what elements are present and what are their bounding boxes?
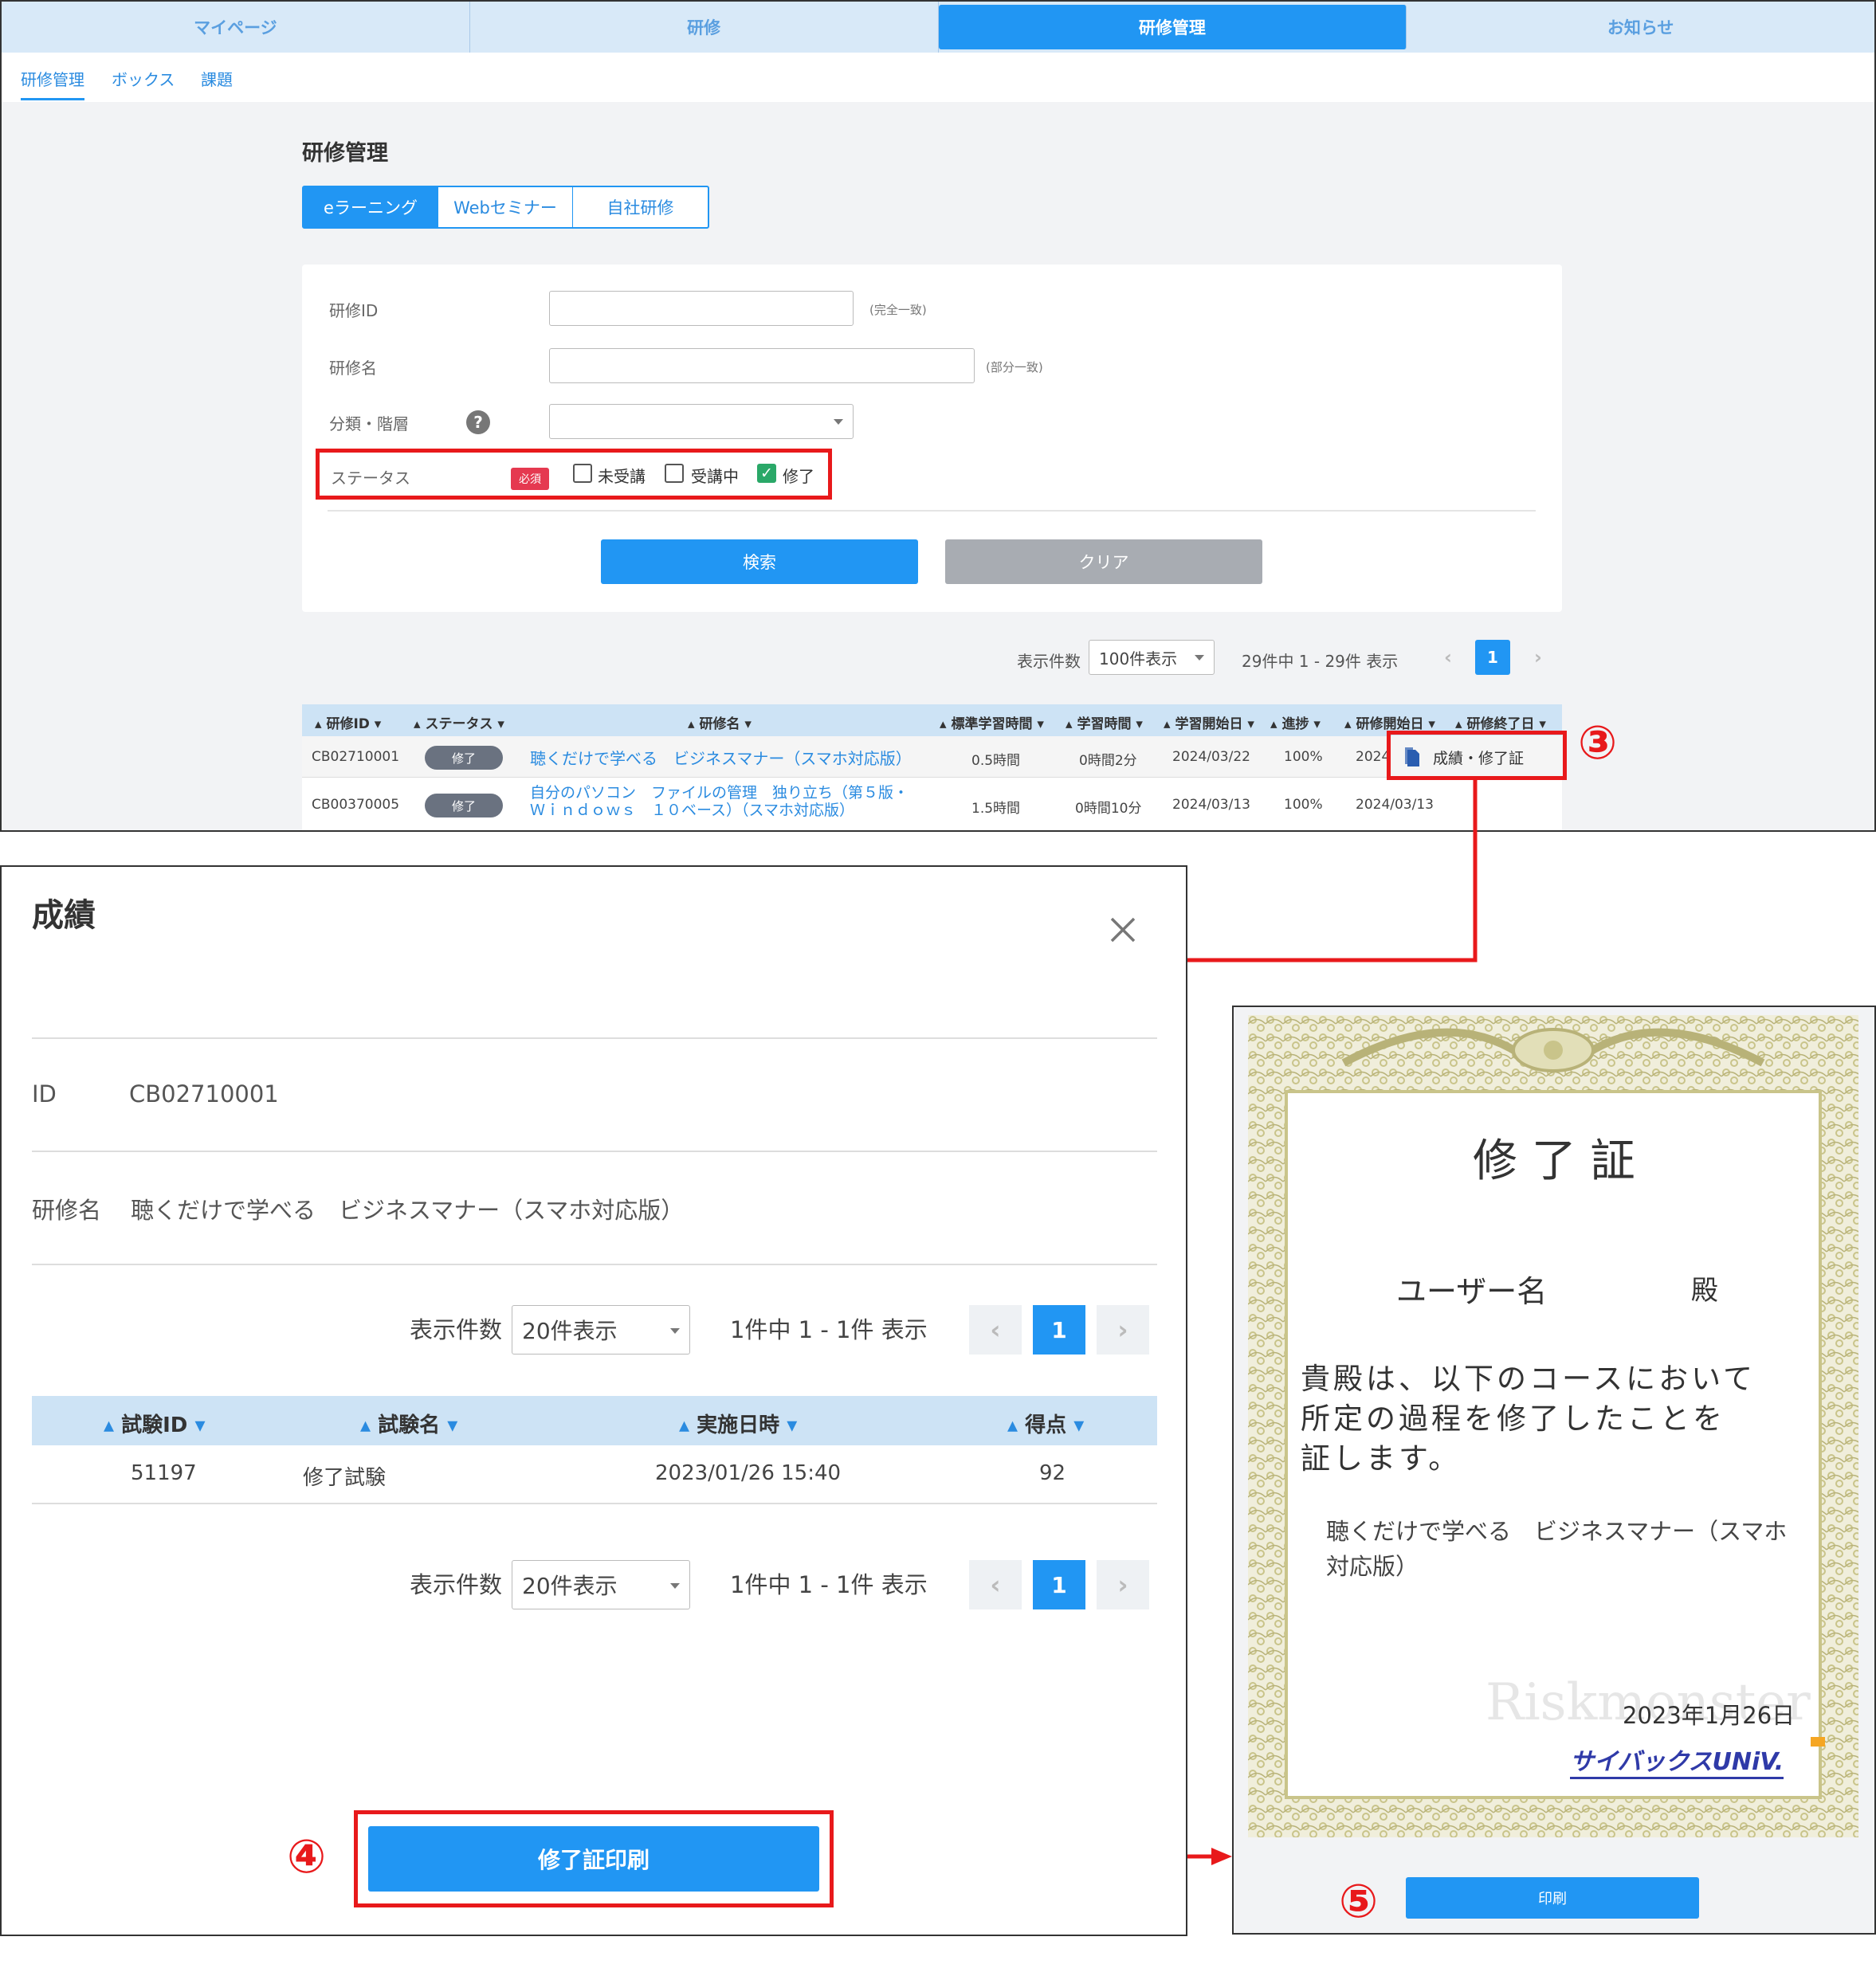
divider <box>32 1264 1157 1265</box>
modal-name-value: 聴くだけで学べる ビジネスマナー（スマホ対応版） <box>131 1197 685 1224</box>
modal-per-page-label: 表示件数 <box>410 1316 503 1343</box>
certificate-body: 貴殿は、以下のコースにおいて 所定の過程を修了したことを 証します。 <box>1301 1359 1756 1479</box>
modal-name-label: 研修名 <box>32 1197 102 1224</box>
modal-result-summary-bottom: 1件中 1 - 1件 表示 <box>730 1571 928 1598</box>
divider <box>32 1151 1157 1152</box>
modal-id-label: ID <box>32 1080 57 1108</box>
exam-id-cell: 51197 <box>131 1461 197 1485</box>
honorific: 殿 <box>1691 1275 1718 1307</box>
modal-id-value: CB02710001 <box>129 1080 279 1108</box>
logo-accent <box>1811 1737 1825 1747</box>
next-page-icon[interactable]: › <box>1097 1305 1149 1355</box>
body-line: 貴殿は、以下のコースにおいて <box>1301 1362 1756 1396</box>
prev-page-icon[interactable]: ‹ <box>969 1305 1022 1355</box>
table-row: 51197 修了試験 2023/01/26 15:40 92 <box>32 1445 1157 1504</box>
col-label: 得点 <box>1025 1413 1067 1437</box>
modal-result-summary: 1件中 1 - 1件 表示 <box>730 1316 928 1343</box>
col-label: 試験名 <box>378 1413 441 1437</box>
modal-per-page-label-bottom: 表示件数 <box>410 1571 503 1598</box>
certificate-course: 聴くだけで学べる ビジネスマナー（スマホ 対応版） <box>1326 1514 1787 1584</box>
course-line: 対応版） <box>1326 1553 1419 1580</box>
col-label: 実施日時 <box>697 1413 780 1437</box>
col-label: 試験ID <box>121 1413 188 1437</box>
certificate-title: 修 了 証 <box>1473 1135 1635 1187</box>
modal-title: 成績 <box>32 897 96 934</box>
recipient-name: ユーザー名 <box>1396 1274 1548 1309</box>
col-exam-id[interactable]: ▴ 試験ID ▾ <box>104 1409 206 1438</box>
modal-per-page-select[interactable]: 20件表示 <box>512 1305 690 1355</box>
body-line: 所定の過程を修了したことを <box>1301 1402 1725 1436</box>
body-line: 証します。 <box>1301 1441 1462 1476</box>
cybax-logo: サイバックスUNiV. <box>1570 1742 1784 1779</box>
print-highlight-box <box>354 1810 834 1907</box>
close-icon[interactable] <box>1109 916 1136 943</box>
exam-datetime-cell: 2023/01/26 15:40 <box>655 1461 842 1485</box>
col-exam-name[interactable]: ▴ 試験名 ▾ <box>360 1409 457 1438</box>
exam-name-cell: 修了試験 <box>303 1466 387 1490</box>
callout-five: ⑤ <box>1339 1874 1379 1928</box>
col-datetime[interactable]: ▴ 実施日時 ▾ <box>679 1409 797 1438</box>
certificate-date: 2023年1月26日 <box>1623 1702 1796 1729</box>
next-page-icon[interactable]: › <box>1097 1560 1149 1609</box>
page-1-button[interactable]: 1 <box>1033 1560 1085 1609</box>
callout-four: ④ <box>287 1829 327 1884</box>
grades-modal: 成績 ID CB02710001 研修名 聴くだけで学べる ビジネスマナー（スマ… <box>0 865 1187 1936</box>
exam-score-cell: 92 <box>1039 1461 1066 1485</box>
exam-table-header: ▴ 試験ID ▾ ▴ 試験名 ▾ ▴ 実施日時 ▾ ▴ 得点 ▾ <box>32 1396 1157 1445</box>
per-page-value: 20件表示 <box>522 1573 618 1599</box>
page-1-button[interactable]: 1 <box>1033 1305 1085 1355</box>
prev-page-icon[interactable]: ‹ <box>969 1560 1022 1609</box>
course-line: 聴くだけで学べる ビジネスマナー（スマホ <box>1326 1518 1788 1545</box>
print-button[interactable]: 印刷 <box>1406 1877 1699 1919</box>
chevron-down-icon <box>670 1583 680 1589</box>
modal-per-page-select-bottom[interactable]: 20件表示 <box>512 1560 690 1609</box>
col-score[interactable]: ▴ 得点 ▾ <box>1007 1409 1084 1438</box>
certificate-window: 修 了 証 ユーザー名 殿 貴殿は、以下のコースにおいて 所定の過程を修了したこ… <box>1232 1006 1876 1935</box>
certificate-paper: 修 了 証 ユーザー名 殿 貴殿は、以下のコースにおいて 所定の過程を修了したこ… <box>1248 1015 1858 1837</box>
chevron-down-icon <box>670 1328 680 1334</box>
per-page-value: 20件表示 <box>522 1318 618 1344</box>
divider <box>32 1037 1157 1039</box>
